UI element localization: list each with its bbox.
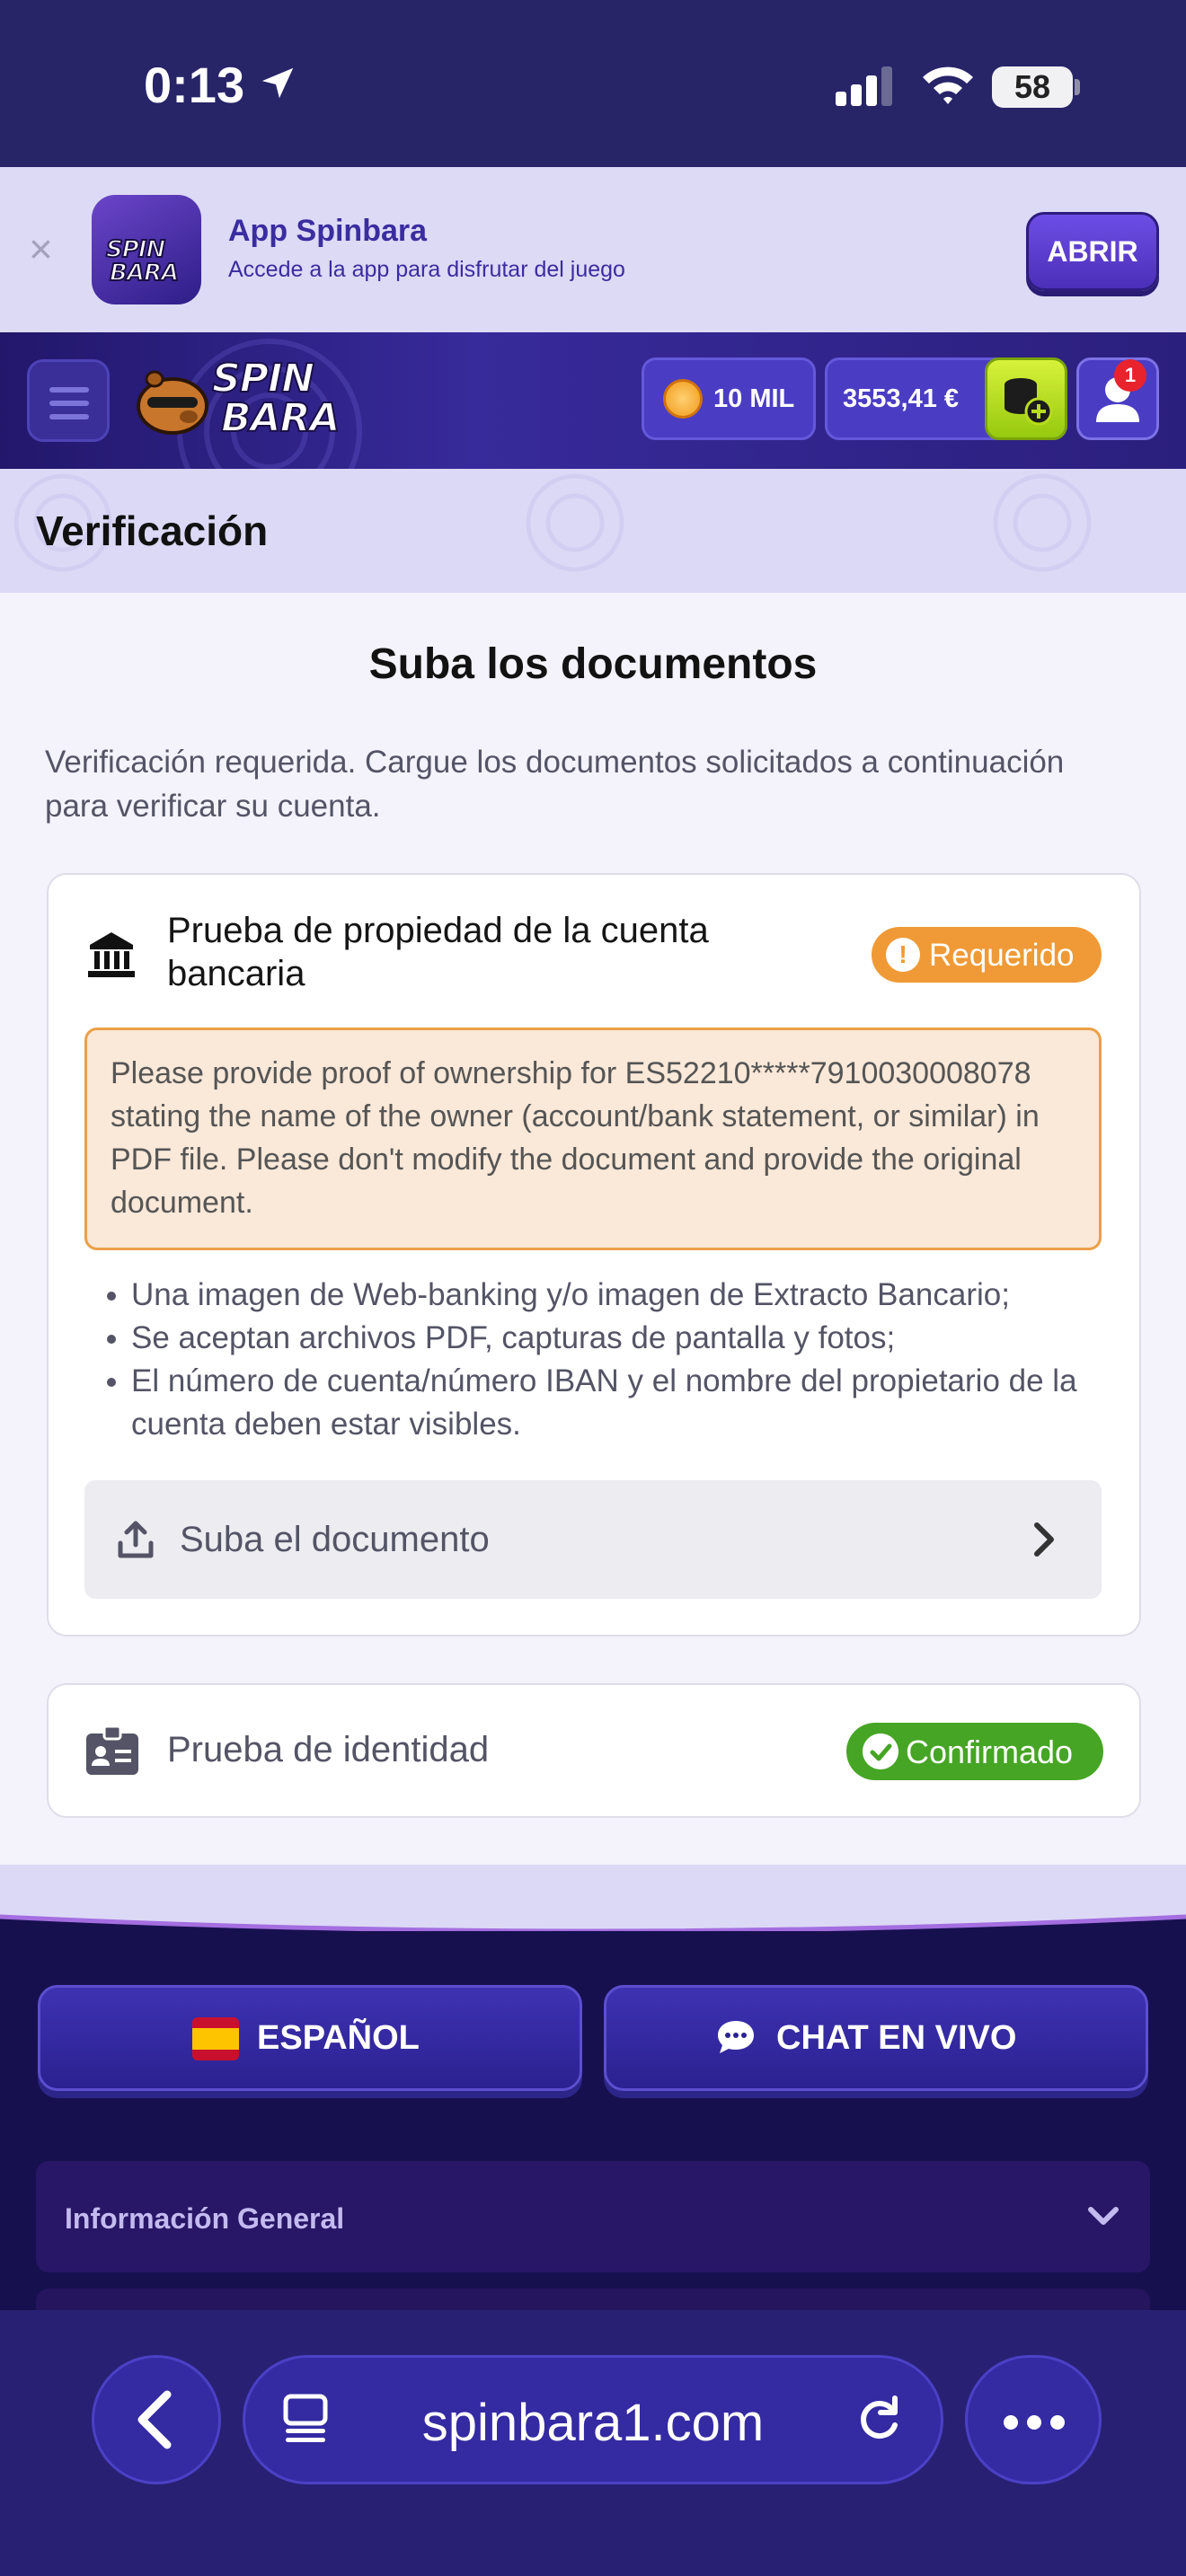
battery-icon: 58 [992, 66, 1073, 108]
requirements-list: Una imagen de Web-banking y/o imagen de … [84, 1274, 1118, 1446]
app-icon: SPIN BARA [92, 195, 201, 304]
coins-value: 10 MIL [713, 384, 795, 413]
id-card-icon [86, 1725, 138, 1775]
chat-icon [718, 2021, 754, 2053]
open-app-button[interactable]: ABRIR [1026, 212, 1159, 291]
deposit-icon [1005, 378, 1053, 426]
logo-text-spin: SPIN [211, 356, 315, 401]
chevron-down-icon [1088, 2207, 1119, 2225]
bank-proof-note: Please provide proof of ownership for ES… [84, 1028, 1102, 1250]
wifi-icon [923, 66, 973, 104]
capybara-mascot [137, 370, 208, 435]
balance-value: 3553,41 € [843, 384, 960, 413]
signal-icon [836, 66, 892, 106]
list-item: El número de cuenta/número IBAN y el nom… [131, 1360, 1118, 1446]
reload-icon[interactable] [854, 2391, 906, 2447]
language-label: ESPAÑOL [257, 2019, 420, 2057]
tabs-icon[interactable] [280, 2393, 331, 2445]
upload-document-label: Suba el documento [180, 1520, 490, 1559]
more-icon-dot [1027, 2415, 1041, 2430]
app-icon-text-1: SPIN [105, 236, 166, 263]
more-button[interactable] [965, 2355, 1102, 2484]
deposit-button[interactable] [985, 357, 1067, 440]
app-description: Accede a la app para disfrutar del juego [228, 257, 625, 282]
url-text: spinbara1.com [421, 2394, 765, 2452]
app-icon-text-2: BARA [109, 260, 180, 287]
section-title: Suba los documentos [368, 640, 818, 688]
close-icon[interactable]: × [29, 228, 53, 269]
menu-icon [49, 387, 89, 393]
chevron-right-icon [1034, 1522, 1054, 1557]
required-status-text: Requerido [929, 938, 1075, 973]
logo-text-bara: BARA [220, 395, 341, 441]
confirmed-status-text: Confirmado [906, 1734, 1074, 1770]
notification-badge: 1 [1114, 359, 1146, 392]
check-icon [863, 1734, 898, 1769]
intro-text: Verificación requerida. Cargue los docum… [45, 745, 1065, 824]
more-icon [1004, 2415, 1018, 2430]
menu-button[interactable] [27, 359, 110, 442]
menu-icon-bar [49, 401, 89, 406]
page-title: Verificación [36, 507, 269, 554]
list-item: Se aceptan archivos PDF, capturas de pan… [131, 1317, 1118, 1360]
alert-icon: ! [886, 938, 920, 972]
bank-proof-title: Prueba de propiedad de la cuenta bancari… [167, 911, 709, 993]
app-name: App Spinbara [228, 214, 428, 248]
upload-icon [118, 1521, 154, 1558]
status-time: 0:13 [144, 57, 245, 113]
more-icon-dot [1050, 2415, 1065, 2430]
battery-tip [1075, 79, 1080, 95]
identity-proof-title: Prueba de identidad [167, 1730, 490, 1769]
spinbara-logo[interactable]: SPIN BARA [135, 352, 359, 446]
live-chat-label: CHAT EN VIVO [776, 2019, 1017, 2057]
general-info-label: Información General [65, 2202, 345, 2235]
coin-icon [663, 379, 703, 419]
spain-flag-icon [192, 2017, 239, 2060]
back-button[interactable] [92, 2355, 221, 2484]
list-item: Una imagen de Web-banking y/o imagen de … [131, 1274, 1118, 1317]
back-icon [137, 2390, 172, 2449]
bank-icon [88, 932, 135, 977]
menu-icon-bar [49, 414, 89, 419]
location-arrow-icon [261, 67, 294, 99]
